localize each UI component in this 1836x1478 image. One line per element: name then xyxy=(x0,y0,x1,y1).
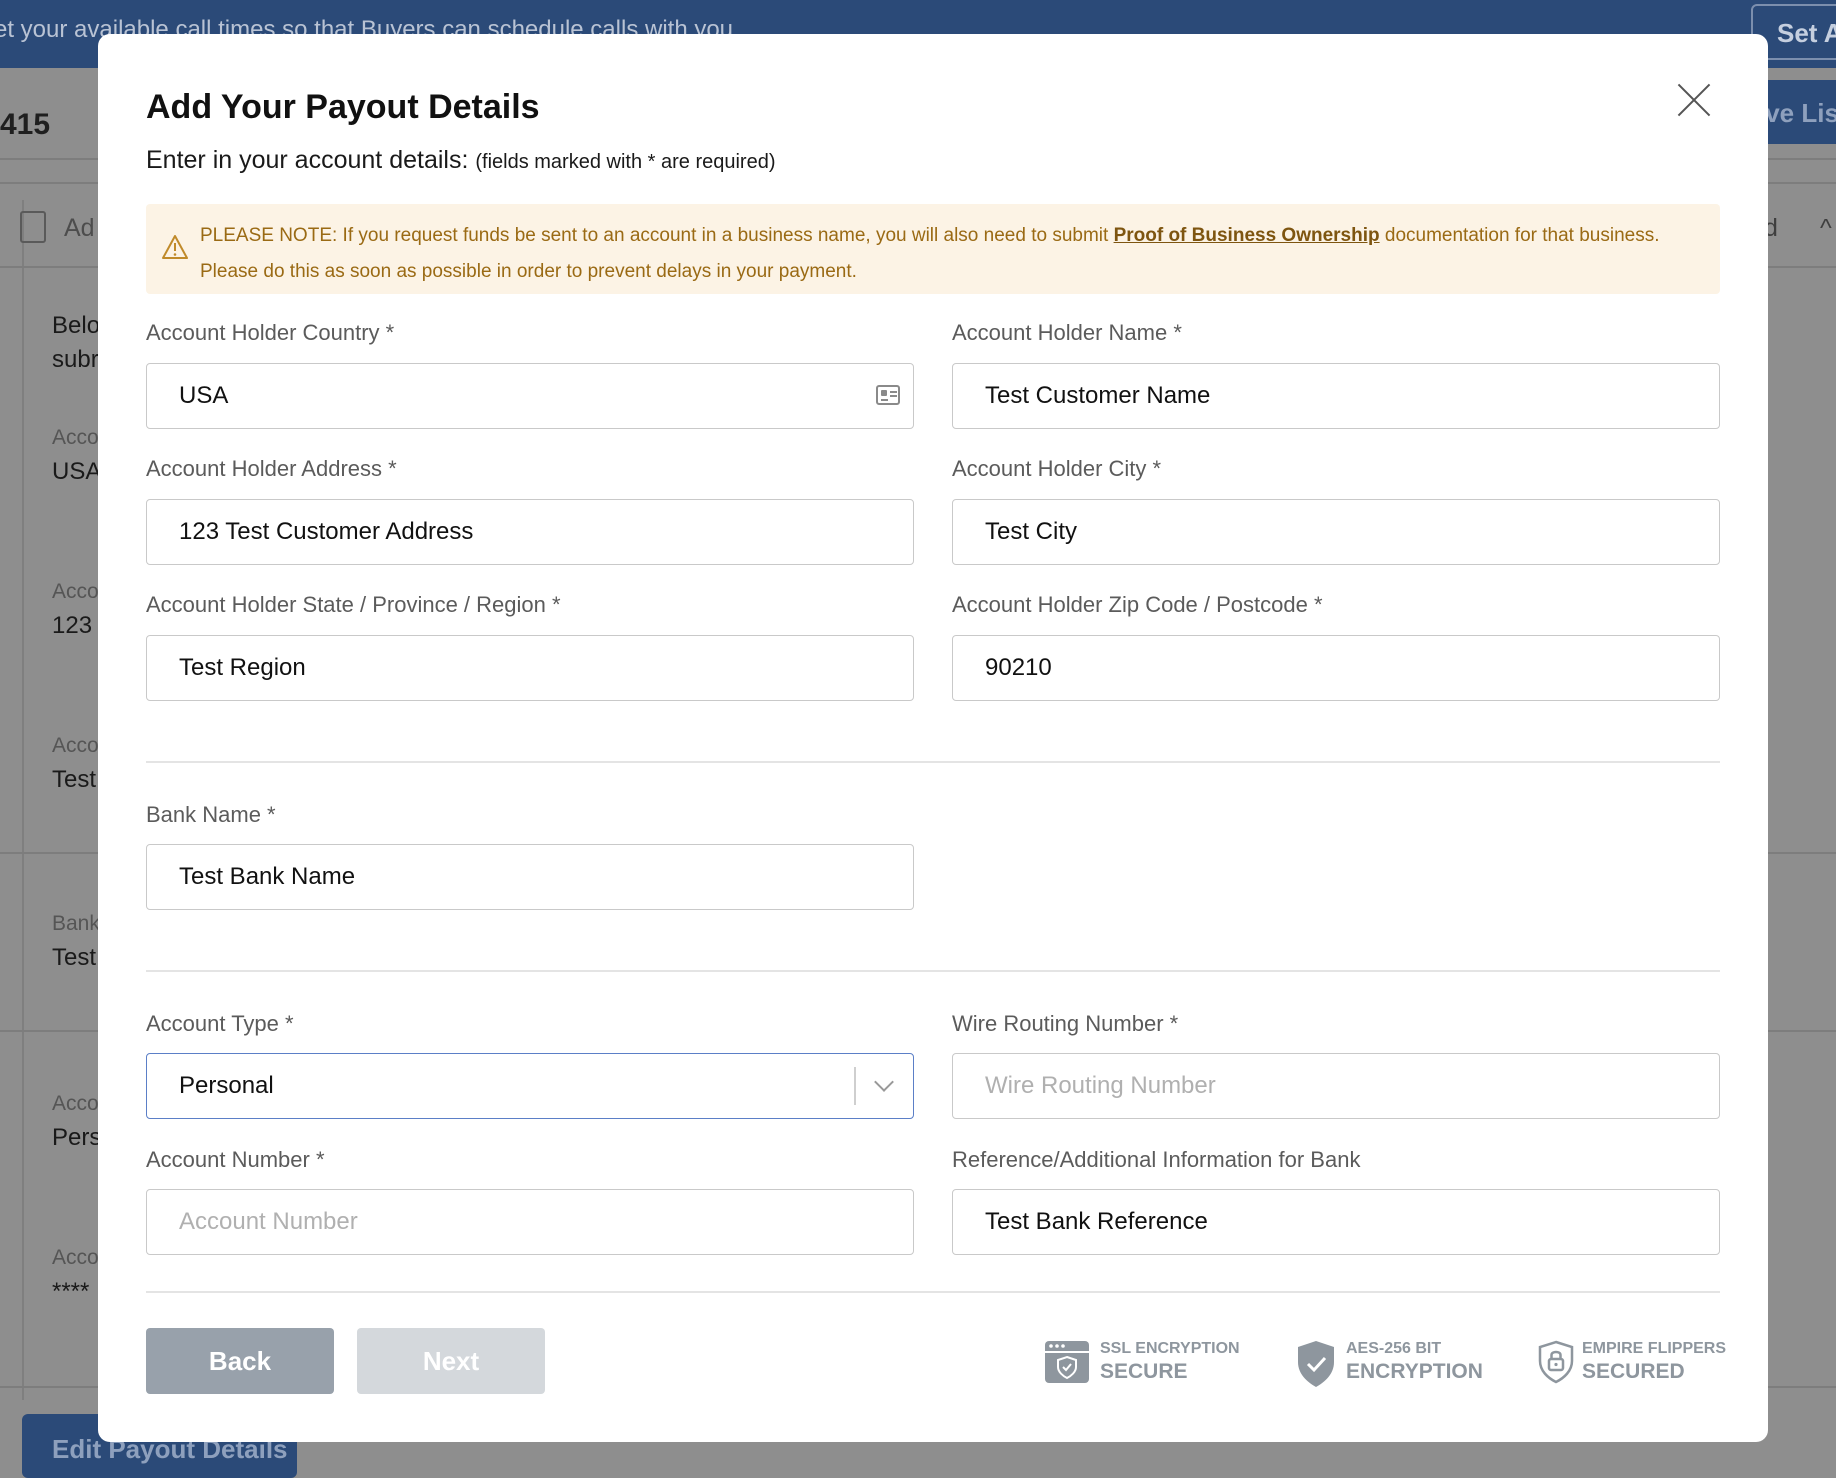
bg-field-value: Test xyxy=(52,766,97,793)
bg-field-value: **** xyxy=(52,1278,90,1305)
city-field[interactable] xyxy=(952,499,1720,565)
chevron-up-icon[interactable]: ^ xyxy=(1820,214,1832,243)
bg-field-value: Pers xyxy=(52,1124,102,1151)
account-type-select[interactable] xyxy=(146,1053,914,1119)
modal-title: Add Your Payout Details xyxy=(146,88,540,126)
next-button[interactable]: Next xyxy=(357,1328,545,1394)
bg-field-label: Belo xyxy=(52,312,101,339)
bg-field-value: 123 xyxy=(52,612,93,639)
select-separator xyxy=(854,1067,856,1105)
zip-field[interactable] xyxy=(952,635,1720,701)
business-ownership-notice: PLEASE NOTE: If you request funds be sen… xyxy=(146,204,1720,294)
country-label: Account Holder Country * xyxy=(146,320,395,345)
bg-field-label: Acco xyxy=(52,426,99,449)
empire-badge-bottom: SECURED xyxy=(1582,1360,1685,1383)
notice-text: PLEASE NOTE: If you request funds be sen… xyxy=(200,218,1710,290)
ssl-badge-bottom: SECURE xyxy=(1100,1360,1188,1383)
listing-id: 415 xyxy=(0,108,51,141)
bg-field-label: Acco xyxy=(52,734,99,757)
address-field[interactable] xyxy=(146,499,914,565)
ssl-badge: SSL ENCRYPTION SECURE xyxy=(1044,1334,1244,1388)
subtitle-text: Enter in your account details: xyxy=(146,146,469,174)
bg-field-label: Bank xyxy=(52,912,100,935)
shield-check-icon xyxy=(1298,1341,1334,1387)
state-label: Account Holder State / Province / Region… xyxy=(146,592,561,617)
aes-badge-top: AES-256 BIT xyxy=(1346,1340,1442,1357)
bg-field-label: Acco xyxy=(52,580,99,603)
notice-text-before: PLEASE NOTE: If you request funds be sen… xyxy=(200,225,1114,246)
bg-field-value: USA xyxy=(52,458,102,485)
back-button[interactable]: Back xyxy=(146,1328,334,1394)
empire-badge-top: EMPIRE FLIPPERS xyxy=(1582,1340,1727,1357)
bank-name-field[interactable] xyxy=(146,844,914,910)
country-field-wrap xyxy=(146,363,914,429)
account-number-label: Account Number * xyxy=(146,1147,325,1172)
proof-of-business-ownership-link[interactable]: Proof of Business Ownership xyxy=(1114,225,1380,246)
clipboard-icon xyxy=(20,211,46,243)
payout-details-modal: Add Your Payout Details Enter in your ac… xyxy=(98,34,1768,1442)
state-field[interactable] xyxy=(146,635,914,701)
modal-subtitle: Enter in your account details: (fields m… xyxy=(146,146,775,175)
city-label: Account Holder City * xyxy=(952,456,1162,481)
bg-field-label: Acco xyxy=(52,1092,99,1115)
empire-flippers-badge: EMPIRE FLIPPERS SECURED xyxy=(1538,1334,1728,1388)
account-holder-name-field[interactable] xyxy=(952,363,1720,429)
lock-shield-icon xyxy=(1538,1340,1574,1384)
footer-divider xyxy=(146,1291,1720,1293)
name-label: Account Holder Name * xyxy=(952,320,1182,345)
warning-icon xyxy=(162,235,188,259)
country-field[interactable] xyxy=(146,363,914,429)
bank-name-label: Bank Name * xyxy=(146,802,276,827)
reference-label: Reference/Additional Information for Ban… xyxy=(952,1147,1361,1172)
reference-field[interactable] xyxy=(952,1189,1720,1255)
aes-badge: AES-256 BIT ENCRYPTION xyxy=(1296,1334,1496,1388)
wire-routing-label: Wire Routing Number * xyxy=(952,1011,1179,1036)
bg-field-value: subr xyxy=(52,346,99,373)
wire-routing-field[interactable] xyxy=(952,1053,1720,1119)
bg-field-label: Acco xyxy=(52,1246,99,1269)
section-divider xyxy=(146,970,1720,972)
bg-field-value: Test xyxy=(52,944,97,971)
ssl-browser-icon xyxy=(1045,1341,1089,1383)
aes-badge-bottom: ENCRYPTION xyxy=(1346,1360,1483,1383)
card-tab-label: Ad xyxy=(64,214,95,242)
ssl-badge-top: SSL ENCRYPTION xyxy=(1100,1340,1240,1357)
account-number-field[interactable] xyxy=(146,1189,914,1255)
zip-label: Account Holder Zip Code / Postcode * xyxy=(952,592,1323,617)
required-note: (fields marked with * are required) xyxy=(475,151,776,173)
section-divider xyxy=(146,761,1720,763)
contact-card-icon xyxy=(876,385,900,405)
account-type-label: Account Type * xyxy=(146,1011,294,1036)
close-icon[interactable] xyxy=(1676,82,1712,118)
address-label: Account Holder Address * xyxy=(146,456,397,481)
account-type-select-wrap xyxy=(146,1053,914,1119)
